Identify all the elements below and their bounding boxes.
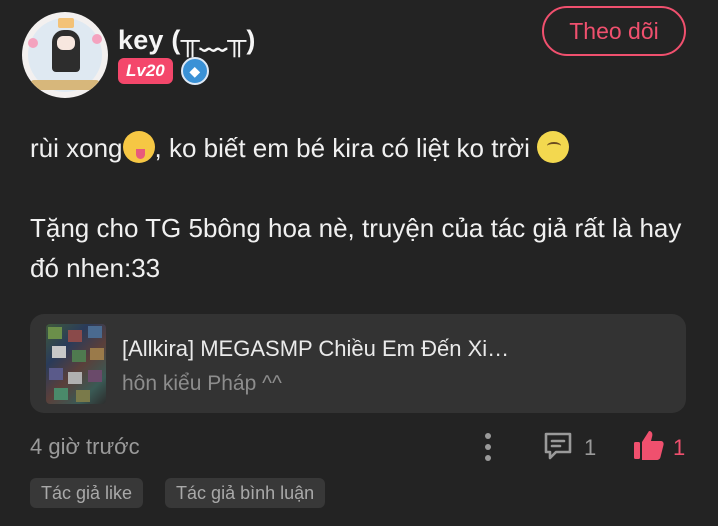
- level-badge: Lv20: [118, 58, 173, 84]
- reply-icon[interactable]: [542, 430, 574, 462]
- thinking-face-emoji-icon: [537, 131, 570, 163]
- zany-face-emoji-icon: [122, 131, 155, 163]
- like-count: 1: [673, 435, 686, 460]
- story-thumbnail: [46, 324, 106, 404]
- more-options-icon[interactable]: [476, 432, 500, 464]
- diamond-icon: ◆: [180, 57, 209, 85]
- comment-body: rùi xong , ko biết em bé kira có liệt ko …: [30, 128, 690, 288]
- comment-text-1b: , ko biết em bé kira có liệt ko trời: [154, 133, 530, 163]
- tag-author-replied: Tác giả bình luận: [165, 478, 326, 508]
- comment-header: key (╥﹏╥) Lv20 ◆ Theo dõi: [22, 6, 686, 100]
- follow-button[interactable]: Theo dõi: [542, 6, 686, 56]
- comment-line-1: rùi xong , ko biết em bé kira có liệt ko …: [30, 128, 690, 168]
- like-icon[interactable]: [632, 428, 666, 462]
- timestamp: 4 giờ trước: [30, 434, 140, 459]
- comment-line-2: Tặng cho TG 5bông hoa nè, truyện của tác…: [30, 213, 682, 283]
- user-badges: Lv20 ◆: [118, 57, 209, 85]
- story-subtitle: hôn kiểu Pháp ^^: [122, 372, 282, 395]
- avatar[interactable]: [22, 12, 108, 98]
- author-tags: Tác giả like Tác giả bình luận: [30, 478, 326, 508]
- tag-author-liked: Tác giả like: [30, 478, 144, 508]
- reply-count: 1: [584, 435, 597, 460]
- story-card[interactable]: [Allkira] MEGASMP Chiều Em Đến Xi… hôn k…: [30, 314, 686, 413]
- story-title: [Allkira] MEGASMP Chiều Em Đến Xi…: [122, 336, 510, 361]
- comment-text-1a: rùi xong: [30, 133, 123, 163]
- username[interactable]: key (╥﹏╥): [118, 18, 256, 57]
